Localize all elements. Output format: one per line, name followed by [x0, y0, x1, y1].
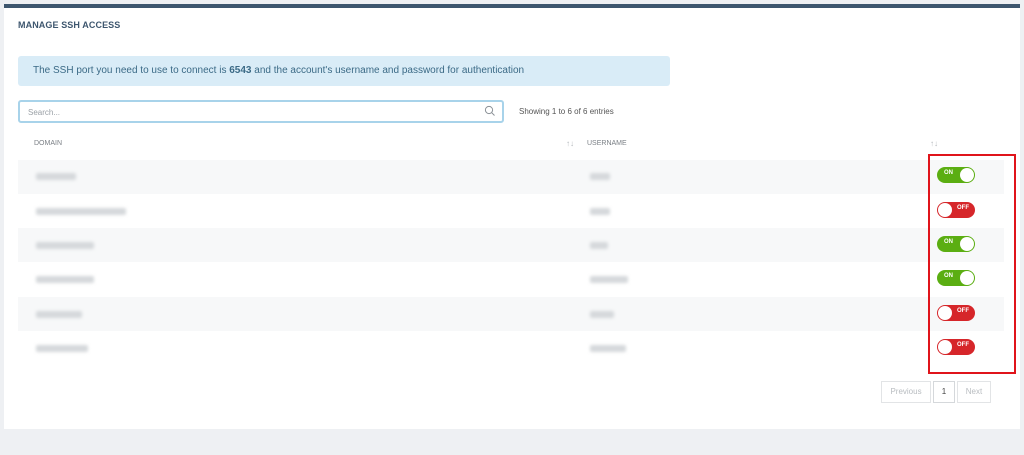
page-1-button[interactable]: 1	[933, 381, 955, 403]
search-box	[18, 100, 504, 123]
domain-cell-redacted	[36, 276, 94, 283]
username-cell-redacted	[590, 208, 610, 215]
search-input[interactable]	[20, 103, 476, 122]
username-cell-redacted	[590, 311, 614, 318]
table-row	[18, 297, 1004, 331]
table-row	[18, 228, 1004, 262]
card-title: MANAGE SSH ACCESS	[18, 20, 121, 30]
previous-page-button[interactable]: Previous	[881, 381, 931, 403]
domain-cell-redacted	[36, 208, 126, 215]
domain-cell-redacted	[36, 242, 94, 249]
username-cell-redacted	[590, 276, 628, 283]
entries-count: Showing 1 to 6 of 6 entries	[519, 107, 614, 116]
domain-cell-redacted	[36, 173, 76, 180]
column-header-username[interactable]: USERNAME	[587, 140, 627, 147]
table-row	[18, 262, 1004, 296]
ssh-access-card: MANAGE SSH ACCESS The SSH port you need …	[4, 4, 1020, 429]
table-row	[18, 331, 1004, 365]
ssh-port-value: 6543	[229, 65, 252, 76]
username-cell-redacted	[590, 345, 626, 352]
sort-status-icon[interactable]: ↑↓	[930, 139, 938, 148]
sort-domain-icon[interactable]: ↑↓	[566, 139, 574, 148]
info-text-prefix: The SSH port you need to use to connect …	[33, 65, 230, 76]
next-page-button[interactable]: Next	[957, 381, 991, 403]
username-cell-redacted	[590, 173, 610, 180]
table-row	[18, 194, 1004, 228]
ssh-port-info-banner: The SSH port you need to use to connect …	[18, 56, 670, 86]
search-icon[interactable]	[484, 105, 496, 117]
column-header-domain[interactable]: DOMAIN	[34, 140, 62, 147]
domain-cell-redacted	[36, 311, 82, 318]
info-text-suffix: and the account's username and password …	[251, 65, 525, 76]
username-cell-redacted	[590, 242, 608, 249]
toggle-column-highlight	[928, 154, 1016, 374]
domain-cell-redacted	[36, 345, 88, 352]
table-row	[18, 160, 1004, 194]
